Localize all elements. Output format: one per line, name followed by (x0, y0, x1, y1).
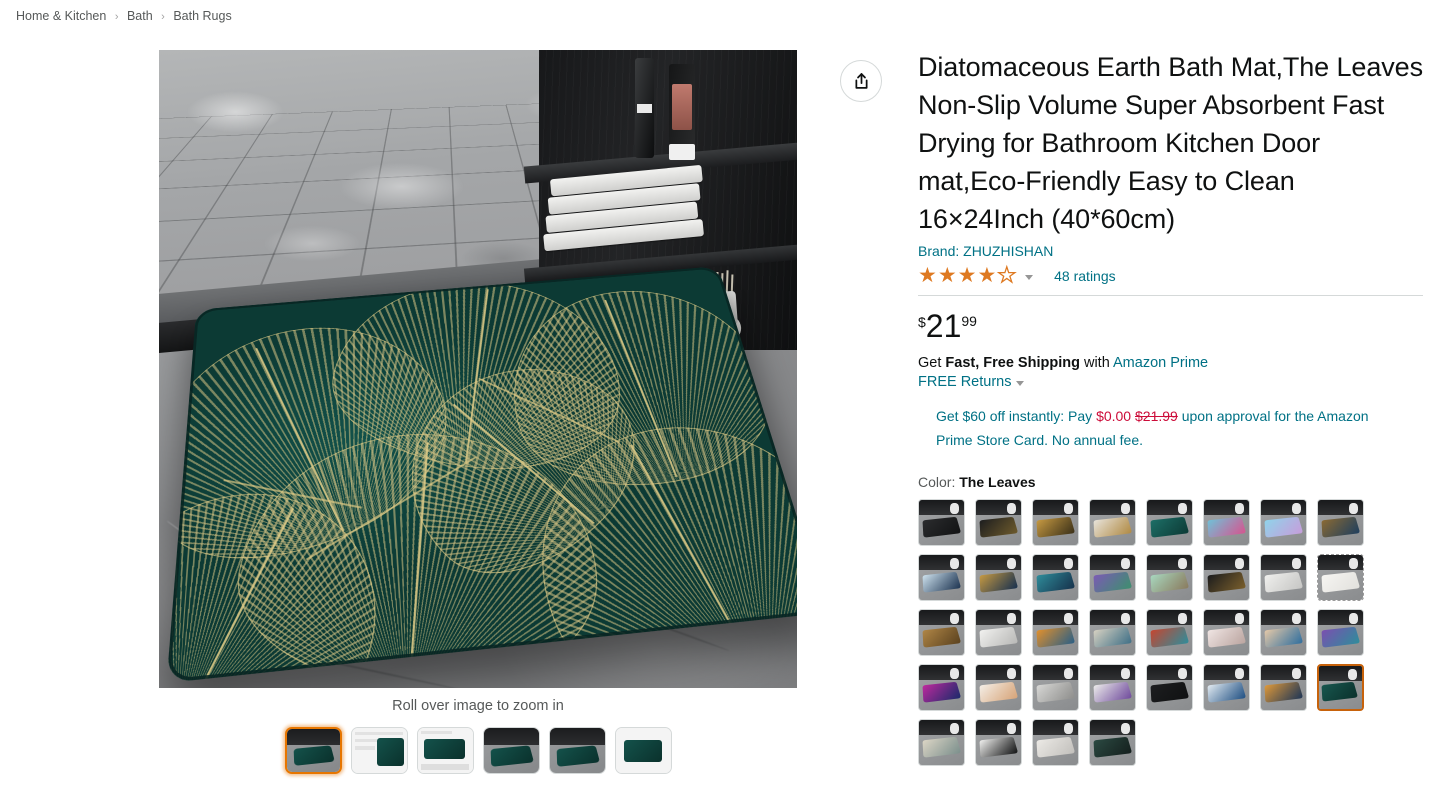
breadcrumb-separator: › (161, 11, 165, 23)
color-selector-label: Color: The Leaves (918, 474, 1423, 490)
swatch-pastel-abstract[interactable] (1089, 609, 1136, 656)
swatch-blue-gold-swirl[interactable] (975, 554, 1022, 601)
price: $ 21 99 (918, 308, 1423, 344)
star-rating[interactable]: ★ ★ ★ ★ ★ (918, 264, 1017, 287)
shipping-middle: with (1079, 355, 1113, 371)
swatch-purple-floral[interactable] (1089, 554, 1136, 601)
brand-link[interactable]: Brand: ZHUZHISHAN (918, 243, 1053, 259)
swatch-blush-marble[interactable] (1203, 609, 1250, 656)
thumbnail-3[interactable] (416, 727, 474, 774)
shipping-prefix: Get (918, 355, 946, 371)
rating-dropdown-caret-icon[interactable] (1025, 274, 1034, 280)
swatch-brown-gold-marble[interactable] (918, 609, 965, 656)
swatch-black-gold[interactable] (975, 499, 1022, 546)
breadcrumb-separator: › (114, 11, 119, 23)
swatch-white-gold-marble[interactable] (1089, 499, 1136, 546)
swatch-violet-teal[interactable] (1317, 609, 1364, 656)
swatch-teal-marble[interactable] (1146, 499, 1193, 546)
returns-caret-icon[interactable] (1016, 381, 1025, 387)
price-whole: 21 (925, 308, 962, 344)
swatch-dark-green-leaf[interactable] (1089, 719, 1136, 766)
price-fraction: 99 (961, 313, 977, 329)
promo-text-start: Get $60 off instantly: Pay (936, 408, 1097, 424)
breadcrumb: Home & Kitchen › Bath › Bath Rugs (0, 0, 1438, 23)
color-swatch-grid (918, 499, 1423, 766)
swatch-blue-peach-marble[interactable] (1260, 609, 1307, 656)
product-title: Diatomaceous Earth Bath Mat,The Leaves N… (918, 52, 1423, 234)
divider (918, 295, 1423, 296)
swatch-black-gold-circle[interactable] (1203, 554, 1250, 601)
swatch-peach-white[interactable] (975, 664, 1022, 711)
swatch-blue-white-wave[interactable] (1203, 664, 1250, 711)
rating-row: ★ ★ ★ ★ ★ 48 ratings (918, 264, 1423, 295)
swatch-orange-blue[interactable] (1032, 609, 1079, 656)
product-page: Home & Kitchen › Bath › Bath Rugs Roll o… (0, 0, 1438, 804)
thumbnail-1[interactable] (284, 727, 342, 774)
swatch-monochrome-bottles[interactable] (918, 499, 965, 546)
promo-struck-amount: $21.99 (1135, 408, 1178, 424)
swatch-black-texture[interactable] (1146, 664, 1193, 711)
color-selected-value: The Leaves (959, 474, 1036, 490)
star-4: ★ (977, 264, 997, 287)
breadcrumb-item-3[interactable]: Bath Rugs (173, 9, 231, 23)
star-3: ★ (957, 264, 977, 287)
price-currency-symbol: $ (918, 314, 926, 330)
swatch-magenta-galaxy[interactable] (918, 664, 965, 711)
thumbnail-5[interactable] (548, 727, 606, 774)
amazon-prime-link[interactable]: Amazon Prime (1113, 355, 1208, 371)
star-2: ★ (937, 264, 957, 287)
swatch-teal-blue-abstract[interactable] (1032, 554, 1079, 601)
zoom-hint-text: Roll over image to zoom in (392, 698, 564, 714)
thumbnail-6[interactable] (614, 727, 672, 774)
swatch-black-white-splash[interactable] (975, 719, 1022, 766)
swatch-navy-gold[interactable] (1317, 499, 1364, 546)
color-label-text: Color: (918, 474, 956, 490)
promo-pay-amount: $0.00 (1096, 408, 1132, 424)
swatch-grey-stripes[interactable] (1032, 664, 1079, 711)
shipping-line: Get Fast, Free Shipping with Amazon Prim… (918, 355, 1423, 371)
swatch-blue-white-gold[interactable] (918, 554, 965, 601)
swatch-the-leaves[interactable] (1317, 664, 1364, 711)
breadcrumb-item-2[interactable]: Bath (127, 9, 153, 23)
swatch-pink-blue-marble[interactable] (1203, 499, 1250, 546)
ratings-count-link[interactable]: 48 ratings (1054, 268, 1115, 284)
swatch-white-marble[interactable] (1260, 554, 1307, 601)
swatch-mint-shell[interactable] (1146, 554, 1193, 601)
swatch-lilac-blue[interactable] (1260, 499, 1307, 546)
share-button[interactable] (840, 60, 882, 102)
swatch-beige-abstract[interactable] (918, 719, 965, 766)
share-icon (854, 72, 868, 89)
store-card-promo: Get $60 off instantly: Pay $0.00 $21.99 … (936, 404, 1404, 452)
image-gallery: Roll over image to zoom in (159, 50, 797, 774)
swatch-cream-unavailable[interactable] (1317, 554, 1364, 601)
product-detail-column: Diatomaceous Earth Bath Mat,The Leaves N… (918, 48, 1423, 766)
swatch-white-grey-marble[interactable] (975, 609, 1022, 656)
shipping-emphasis: Fast, Free Shipping (945, 355, 1080, 371)
free-returns-link[interactable]: FREE Returns (918, 374, 1011, 390)
swatch-gold-marble[interactable] (1032, 499, 1079, 546)
swatch-white-purple[interactable] (1089, 664, 1136, 711)
swatch-light-grey-stone[interactable] (1032, 719, 1079, 766)
breadcrumb-item-1[interactable]: Home & Kitchen (16, 9, 106, 23)
returns-line: FREE Returns (918, 374, 1423, 390)
thumbnail-4[interactable] (482, 727, 540, 774)
thumbnail-strip (159, 727, 797, 774)
star-1: ★ (918, 264, 937, 287)
thumbnail-2[interactable] (350, 727, 408, 774)
swatch-red-teal-abstract[interactable] (1146, 609, 1193, 656)
swatch-sunset-landscape[interactable] (1260, 664, 1307, 711)
star-5: ★ (997, 264, 1017, 287)
main-product-image[interactable] (159, 50, 797, 688)
